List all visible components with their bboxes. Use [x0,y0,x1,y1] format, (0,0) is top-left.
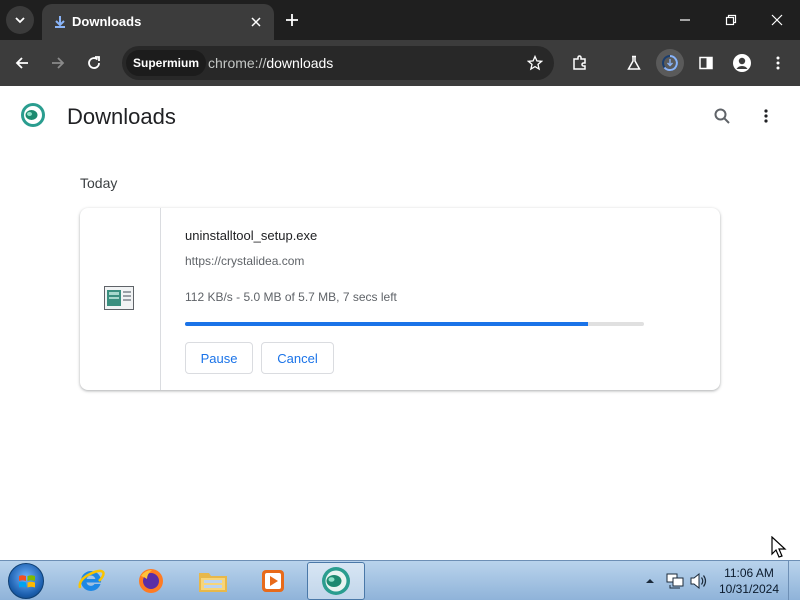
close-icon [771,14,783,26]
clock-date: 10/31/2024 [718,582,780,596]
media-player-icon [262,570,284,592]
downloads-toolbar-button[interactable] [656,49,684,77]
url-text[interactable]: chrome://downloads [208,55,333,71]
supermium-icon [322,567,350,595]
puzzle-icon [573,55,586,70]
taskbar-clock[interactable]: 11:06 AM 10/31/2024 [712,565,786,597]
labs-button[interactable] [620,49,648,77]
minimize-icon [680,19,690,21]
pause-button[interactable]: Pause [185,342,253,374]
extensions-button[interactable] [566,49,594,77]
file-explorer-icon [199,573,227,592]
back-button[interactable] [8,49,36,77]
file-icon [104,286,134,310]
network-tray-button[interactable] [664,561,686,600]
show-hidden-icons-button[interactable] [642,561,658,600]
bookmark-star-button[interactable] [524,52,546,74]
download-item-card: uninstalltool_setup.exe https://crystali… [80,208,720,390]
forward-button[interactable] [44,49,72,77]
flask-icon [627,55,641,70]
search-icon [714,108,730,124]
taskbar-firefox[interactable] [122,562,180,600]
windows-taskbar: 11:06 AM 10/31/2024 [0,560,800,600]
cancel-button[interactable]: Cancel [261,342,334,374]
more-vert-icon [764,109,768,123]
taskbar-file-explorer[interactable] [184,562,242,600]
arrow-right-icon [52,57,65,69]
tab-title: Downloads [72,14,142,29]
volume-tray-button[interactable] [688,561,710,600]
file-name[interactable]: uninstalltool_setup.exe [185,228,317,243]
site-chip[interactable]: Supermium [126,50,207,76]
url-scheme: chrome:// [208,55,267,71]
address-bar[interactable]: Supermium chrome://downloads [122,46,554,80]
close-window-button[interactable] [754,0,800,40]
download-progress-icon [662,55,678,71]
taskbar-internet-explorer[interactable] [62,562,120,600]
page-title: Downloads [67,104,176,129]
firefox-icon [139,569,163,593]
side-panel-icon [699,56,713,70]
profile-button[interactable] [728,49,756,77]
tab-close-button[interactable] [246,12,266,32]
plus-icon [286,14,298,26]
file-icon-column [80,208,161,390]
chevron-down-icon [15,17,25,24]
tab-search-button[interactable] [6,6,34,34]
url-host: downloads [266,55,334,71]
new-tab-button[interactable] [280,8,304,32]
show-desktop-button[interactable] [788,561,800,600]
chevron-up-icon [646,579,654,583]
download-progress-bar [185,322,644,326]
clock-time: 11:06 AM [724,566,774,580]
tab-downloads[interactable]: Downloads [42,4,274,40]
mouse-cursor-icon [771,536,787,558]
downloads-menu-button[interactable] [752,102,780,130]
download-status: 112 KB/s - 5.0 MB of 5.7 MB, 7 secs left [185,290,397,304]
download-icon [55,16,65,28]
restore-button[interactable] [708,0,754,40]
date-section-label: Today [80,175,118,191]
windows-logo-icon [19,575,35,588]
arrow-left-icon [15,57,28,69]
search-downloads-button[interactable] [708,102,736,130]
reload-icon [88,56,100,69]
browser-toolbar: Supermium chrome://downloads [0,40,800,86]
supermium-logo-icon [21,103,45,127]
speaker-icon [690,573,707,589]
browser-menu-button[interactable] [764,49,792,77]
avatar-icon [733,54,751,72]
restore-icon [725,14,737,26]
close-icon [251,17,261,27]
internet-explorer-icon [78,569,105,591]
downloads-header: Downloads [0,86,800,148]
minimize-button[interactable] [662,0,708,40]
taskbar-supermium[interactable] [307,562,365,600]
tab-strip: Downloads [0,0,800,40]
star-icon [527,55,543,71]
more-vert-icon [776,56,780,70]
source-url[interactable]: https://crystalidea.com [185,254,304,268]
download-progress-fill [185,322,588,326]
side-panel-button[interactable] [692,49,720,77]
start-button[interactable] [8,563,44,599]
reload-button[interactable] [80,49,108,77]
taskbar-media-player[interactable] [244,562,302,600]
network-icon [666,573,684,589]
